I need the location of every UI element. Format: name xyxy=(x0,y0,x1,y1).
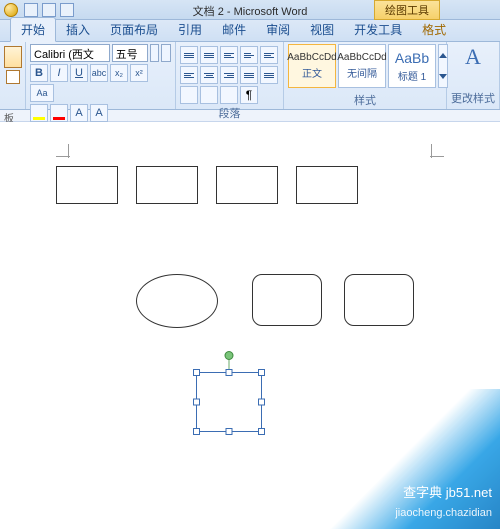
showmarks-button[interactable]: ¶ xyxy=(240,86,258,104)
indent-inc-button[interactable] xyxy=(260,46,278,64)
align-left-button[interactable] xyxy=(180,66,198,84)
font-color-swatch xyxy=(53,117,65,120)
title-bar: 文档 2 - Microsoft Word 绘图工具 xyxy=(0,0,500,20)
style-sample: AaBb xyxy=(395,50,429,66)
char-border-button[interactable]: A xyxy=(70,104,88,122)
chevron-down-icon xyxy=(439,74,447,79)
chevron-up-icon xyxy=(439,53,447,58)
bold-button[interactable]: B xyxy=(30,64,48,82)
borders-button[interactable] xyxy=(200,86,218,104)
char-shading-button[interactable]: A xyxy=(90,104,108,122)
quick-access-toolbar xyxy=(24,3,74,17)
rectangle-shape[interactable] xyxy=(296,166,358,204)
group-font: Calibri (西文 五号 B I U abc x₂ x² Aa A A 字体 xyxy=(26,42,176,109)
font-color-button[interactable] xyxy=(50,104,68,122)
strike-button[interactable]: abc xyxy=(90,64,108,82)
group-change-styles: A 更改样式 xyxy=(447,42,500,109)
style-gallery: AaBbCcDd 正文 AaBbCcDd 无间隔 AaBb 标题 1 xyxy=(288,44,436,88)
superscript-button[interactable]: x² xyxy=(130,64,148,82)
qat-save-icon[interactable] xyxy=(24,3,38,17)
shrink-font-icon[interactable] xyxy=(161,44,171,62)
change-styles-icon[interactable]: A xyxy=(451,44,495,70)
ellipse-shape[interactable] xyxy=(136,274,218,328)
contextual-tab-title: 绘图工具 xyxy=(374,0,440,20)
align-center-button[interactable] xyxy=(200,66,218,84)
highlight-color-button[interactable] xyxy=(30,104,48,122)
resize-handle-b[interactable] xyxy=(226,428,233,435)
style-sample: AaBbCcDd xyxy=(287,52,336,63)
group-paragraph: ¶ 段落 xyxy=(176,42,284,109)
watermark: 查字典 jb51.net jiaocheng.chazidian xyxy=(330,389,500,529)
group-clipboard xyxy=(0,42,26,109)
italic-button[interactable]: I xyxy=(50,64,68,82)
office-orb[interactable] xyxy=(4,3,18,17)
bullets-button[interactable] xyxy=(180,46,198,64)
tab-insert[interactable]: 插入 xyxy=(56,18,100,41)
rectangle-shape[interactable] xyxy=(136,166,198,204)
tab-home[interactable]: 开始 xyxy=(10,17,56,42)
indent-dec-button[interactable] xyxy=(240,46,258,64)
style-sample: AaBbCcDd xyxy=(337,52,386,63)
group-styles: AaBbCcDd 正文 AaBbCcDd 无间隔 AaBb 标题 1 样式 xyxy=(284,42,447,109)
watermark-subtext: jiaocheng.chazidian xyxy=(395,507,492,519)
grow-font-icon[interactable] xyxy=(150,44,160,62)
shading-button[interactable] xyxy=(180,86,198,104)
group-styles-label: 样式 xyxy=(288,91,442,109)
sort-button[interactable] xyxy=(220,86,238,104)
resize-handle-l[interactable] xyxy=(193,399,200,406)
group-clipboard-label xyxy=(4,107,21,109)
margin-mark-tr xyxy=(430,144,444,158)
tab-mailings[interactable]: 邮件 xyxy=(212,18,256,41)
highlight-color-swatch xyxy=(33,117,45,120)
align-right-button[interactable] xyxy=(220,66,238,84)
tab-view[interactable]: 视图 xyxy=(300,18,344,41)
margin-mark-tl xyxy=(56,144,70,158)
multilevel-button[interactable] xyxy=(220,46,238,64)
line-spacing-button[interactable] xyxy=(260,66,278,84)
resize-handle-tr[interactable] xyxy=(258,369,265,376)
document-area[interactable]: 查字典 jb51.net jiaocheng.chazidian xyxy=(0,122,500,529)
qat-undo-icon[interactable] xyxy=(42,3,56,17)
font-size-select[interactable]: 五号 xyxy=(112,44,148,62)
style-name: 标题 1 xyxy=(398,68,426,83)
tab-review[interactable]: 审阅 xyxy=(256,18,300,41)
resize-handle-t[interactable] xyxy=(226,369,233,376)
justify-button[interactable] xyxy=(240,66,258,84)
ribbon: Calibri (西文 五号 B I U abc x₂ x² Aa A A 字体 xyxy=(0,42,500,110)
style-normal[interactable]: AaBbCcDd 正文 xyxy=(288,44,336,88)
qat-redo-icon[interactable] xyxy=(60,3,74,17)
ribbon-tabs: 开始 插入 页面布局 引用 邮件 审阅 视图 开发工具 格式 xyxy=(0,20,500,42)
resize-handle-bl[interactable] xyxy=(193,428,200,435)
style-heading1[interactable]: AaBb 标题 1 xyxy=(388,44,436,88)
tab-format[interactable]: 格式 xyxy=(412,18,456,41)
resize-handle-br[interactable] xyxy=(258,428,265,435)
change-styles-label: 更改样式 xyxy=(451,89,495,107)
underline-button[interactable]: U xyxy=(70,64,88,82)
rounded-rectangle-shape[interactable] xyxy=(344,274,414,326)
watermark-text: 查字典 jb51.net xyxy=(403,482,492,501)
style-name: 无间隔 xyxy=(347,65,377,80)
style-nospacing[interactable]: AaBbCcDd 无间隔 xyxy=(338,44,386,88)
paste-icon[interactable] xyxy=(4,46,22,68)
format-painter-icon[interactable] xyxy=(6,70,20,84)
subscript-button[interactable]: x₂ xyxy=(110,64,128,82)
tab-pagelayout[interactable]: 页面布局 xyxy=(100,18,168,41)
resize-handle-tl[interactable] xyxy=(193,369,200,376)
rotate-handle[interactable] xyxy=(225,351,234,360)
selected-rectangle-shape[interactable] xyxy=(196,372,262,432)
font-name-select[interactable]: Calibri (西文 xyxy=(30,44,110,62)
style-name: 正文 xyxy=(302,65,322,80)
tab-developer[interactable]: 开发工具 xyxy=(344,18,412,41)
tab-references[interactable]: 引用 xyxy=(168,18,212,41)
resize-handle-r[interactable] xyxy=(258,399,265,406)
group-paragraph-label: 段落 xyxy=(180,104,279,122)
numbering-button[interactable] xyxy=(200,46,218,64)
changecase-button[interactable]: Aa xyxy=(30,84,54,102)
rectangle-shape[interactable] xyxy=(56,166,118,204)
rounded-rectangle-shape[interactable] xyxy=(252,274,322,326)
rectangle-shape[interactable] xyxy=(216,166,278,204)
